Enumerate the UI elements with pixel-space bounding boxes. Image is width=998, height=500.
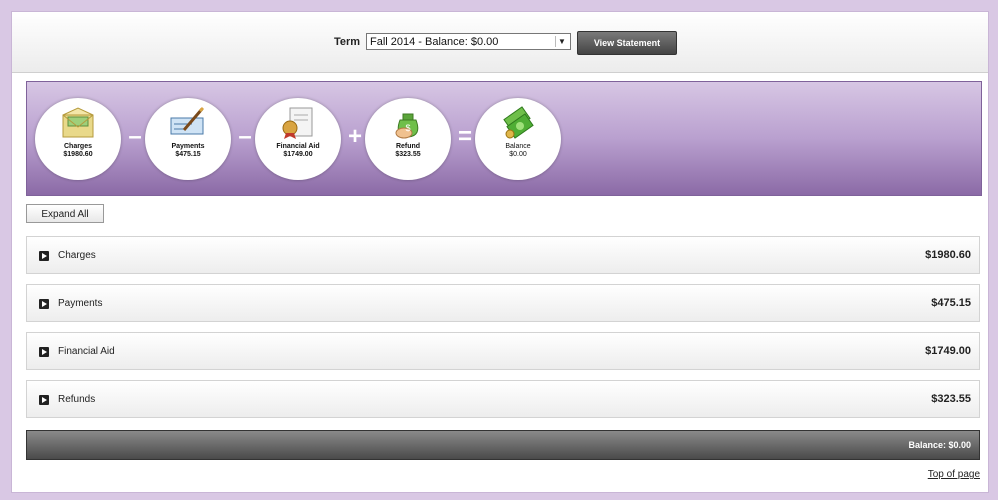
minus-operator: – bbox=[128, 123, 142, 150]
accordion-row-charges[interactable]: Charges $1980.60 bbox=[26, 236, 980, 274]
equation-item-label: Payments bbox=[171, 143, 205, 150]
equation-item-label: Balance bbox=[505, 143, 531, 150]
equation-item-amount: $475.15 bbox=[175, 151, 201, 158]
expand-arrow-icon[interactable] bbox=[39, 251, 49, 261]
balance-total-bar: Balance: $0.00 bbox=[26, 430, 980, 460]
term-label: Term bbox=[334, 36, 361, 48]
equation-item-label: Refund bbox=[395, 143, 421, 150]
row-amount: $323.55 bbox=[931, 393, 971, 405]
row-label: Payments bbox=[58, 298, 103, 309]
row-amount: $1980.60 bbox=[925, 249, 971, 261]
money-bag-icon: $ bbox=[395, 113, 419, 139]
equation-item-amount: $323.55 bbox=[395, 151, 421, 158]
minus-operator: – bbox=[238, 123, 252, 150]
expand-arrow-icon[interactable] bbox=[39, 395, 49, 405]
equation-item-amount: $1749.00 bbox=[283, 151, 313, 158]
equals-operator: = bbox=[457, 123, 472, 150]
term-bar: Term Fall 2014 - Balance: $0.00 ▼ View S… bbox=[12, 12, 988, 73]
expand-arrow-icon[interactable] bbox=[39, 347, 49, 357]
equation-item-amount: $1980.60 bbox=[63, 151, 93, 158]
accordion-row-payments[interactable]: Payments $475.15 bbox=[26, 284, 980, 322]
expand-all-button[interactable]: Expand All bbox=[26, 204, 104, 223]
accordion-row-financial-aid[interactable]: Financial Aid $1749.00 bbox=[26, 332, 980, 370]
equation-item-charges[interactable]: Charges $1980.60 bbox=[35, 98, 121, 180]
equation-item-financial-aid[interactable]: Financial Aid $1749.00 bbox=[255, 98, 341, 180]
equation-item-amount: $0.00 bbox=[509, 151, 527, 158]
row-label: Financial Aid bbox=[58, 346, 115, 357]
cash-stack-icon bbox=[503, 106, 534, 139]
accordion-row-refunds[interactable]: Refunds $323.55 bbox=[26, 380, 980, 418]
certificate-seal-icon bbox=[282, 107, 313, 139]
equation-item-refund[interactable]: $ Refund $323.55 bbox=[365, 98, 451, 180]
term-select-value: Fall 2014 - Balance: $0.00 bbox=[370, 36, 499, 48]
row-label: Refunds bbox=[58, 394, 96, 405]
term-select[interactable]: Fall 2014 - Balance: $0.00 ▼ bbox=[366, 33, 571, 50]
equation-item-label: Financial Aid bbox=[276, 143, 320, 150]
equation-item-balance[interactable]: Balance $0.00 bbox=[475, 98, 561, 180]
check-pen-icon bbox=[170, 106, 205, 135]
equation-item-label: Charges bbox=[63, 143, 92, 150]
row-amount: $1749.00 bbox=[925, 345, 971, 357]
balance-equation-band: Charges $1980.60 – Payments $475.15 – Fi… bbox=[26, 81, 982, 196]
view-statement-button[interactable]: View Statement bbox=[577, 31, 677, 55]
chevron-down-icon: ▼ bbox=[555, 36, 568, 47]
top-of-page-link[interactable]: Top of page bbox=[928, 469, 980, 480]
svg-text:$: $ bbox=[405, 123, 410, 133]
account-summary-panel: Term Fall 2014 - Balance: $0.00 ▼ View S… bbox=[11, 11, 989, 493]
row-amount: $475.15 bbox=[931, 297, 971, 309]
expand-arrow-icon[interactable] bbox=[39, 299, 49, 309]
equation-item-payments[interactable]: Payments $475.15 bbox=[145, 98, 231, 180]
balance-total: Balance: $0.00 bbox=[908, 440, 971, 450]
envelope-money-icon bbox=[62, 107, 94, 138]
row-label: Charges bbox=[58, 250, 96, 261]
plus-operator: + bbox=[347, 123, 362, 150]
